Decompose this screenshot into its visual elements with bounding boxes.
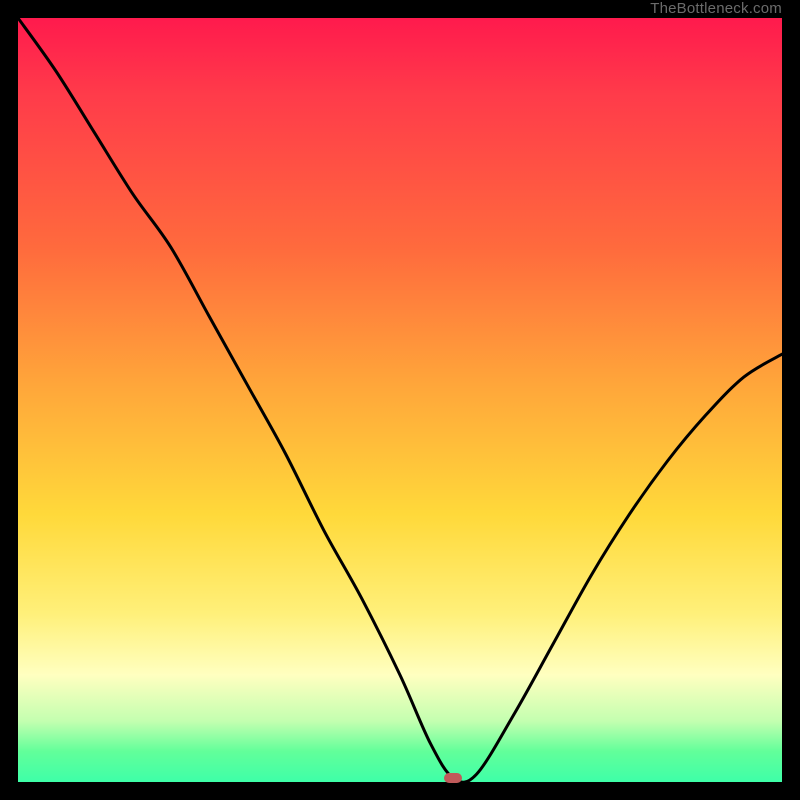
optimal-point-marker bbox=[444, 773, 462, 783]
watermark-text: TheBottleneck.com bbox=[650, 0, 782, 18]
curve-svg bbox=[18, 18, 782, 782]
chart-frame: TheBottleneck.com bbox=[0, 0, 800, 800]
bottleneck-curve bbox=[18, 18, 782, 782]
plot-area bbox=[18, 18, 782, 782]
